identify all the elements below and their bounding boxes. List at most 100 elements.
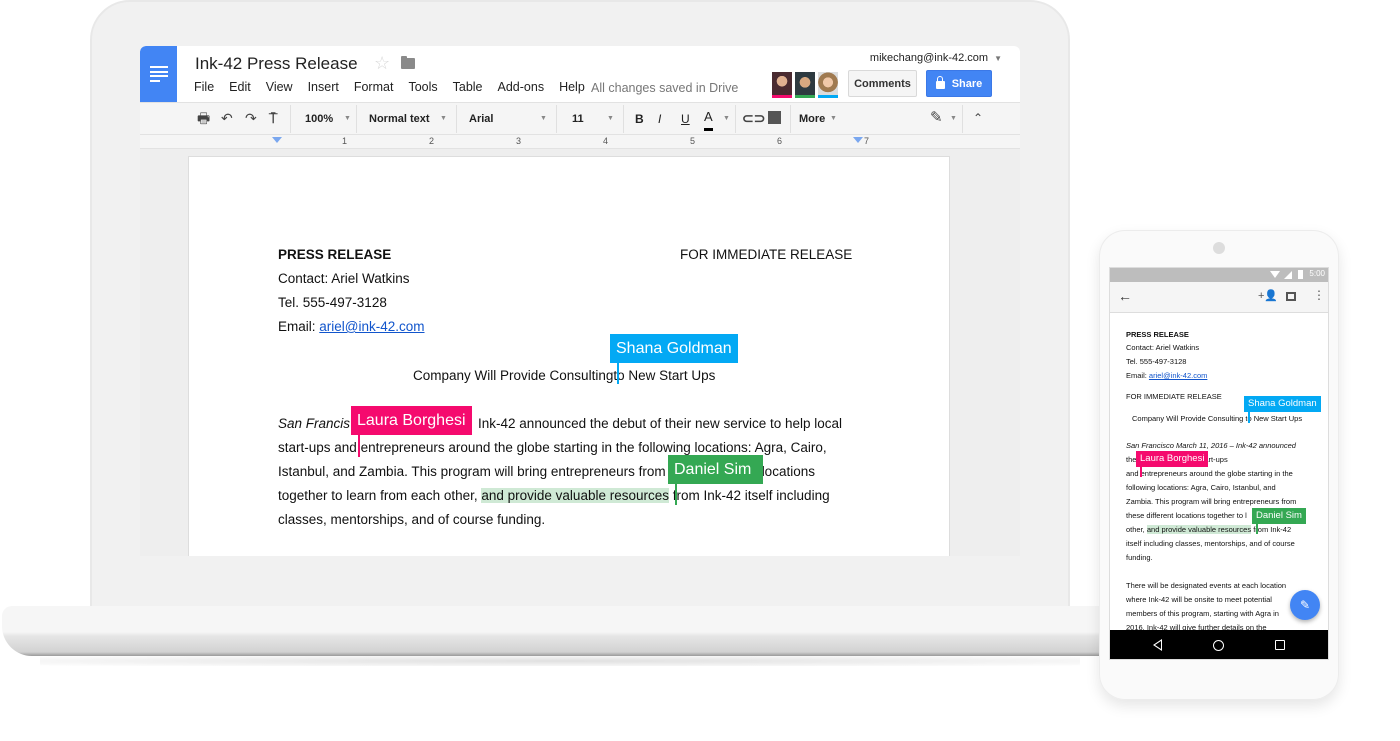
document-page[interactable]: PRESS RELEASE FOR IMMEDIATE RELEASE Cont…	[188, 156, 950, 556]
ruler-label: 5	[690, 136, 696, 146]
m-contact: Contact: Ariel Watkins	[1126, 343, 1200, 352]
email-line: Email: ariel@ink-42.com	[278, 319, 425, 334]
subtitle-part: Company Will Provide Consulting	[413, 368, 614, 383]
italic-button[interactable]: I	[658, 103, 661, 134]
status-time: 5:00	[1309, 269, 1325, 278]
add-person-icon[interactable]: +👤	[1258, 289, 1278, 302]
ruler-label: 4	[603, 136, 609, 146]
share-button[interactable]: Share	[926, 70, 992, 97]
back-arrow-icon[interactable]: ←	[1118, 288, 1132, 304]
chevron-down-icon: ▼	[607, 115, 614, 122]
chevron-down-icon: ▼	[344, 115, 351, 122]
share-label: Share	[951, 77, 983, 90]
avatar[interactable]	[818, 72, 838, 98]
collaborator-flag-laura: Laura Borghesi	[351, 406, 472, 435]
phone-screen: 5:00 ← +👤 ⋮ PRESS RELEASE Contact: Ariel…	[1109, 267, 1329, 660]
menu-bar: File Edit View Insert Format Tools Table…	[194, 80, 600, 94]
release-note: FOR IMMEDIATE RELEASE	[680, 247, 853, 262]
save-status: All changes saved in Drive	[591, 81, 739, 95]
m-body-text: from Ink-42	[1253, 525, 1292, 534]
menu-format[interactable]: Format	[354, 80, 394, 94]
m-body: funding.	[1126, 553, 1153, 562]
right-indent-marker-icon[interactable]	[853, 137, 863, 143]
ruler-label: 3	[516, 136, 522, 146]
undo-icon[interactable]: ↶	[221, 110, 233, 126]
pencil-icon: ✎	[1299, 598, 1311, 612]
menu-table[interactable]: Table	[453, 80, 483, 94]
docs-header: Ink-42 Press Release ☆ File Edit View In…	[140, 46, 1020, 102]
menu-tools[interactable]: Tools	[408, 80, 437, 94]
comments-button[interactable]: Comments	[848, 70, 917, 97]
redo-icon[interactable]: ↷	[245, 110, 257, 126]
font-size-value: 11	[572, 112, 584, 125]
avatar[interactable]	[772, 72, 792, 98]
pencil-icon[interactable]: ✎	[930, 110, 943, 126]
document-title[interactable]: Ink-42 Press Release	[195, 54, 358, 74]
m-body: members of this program, starting with A…	[1126, 609, 1279, 618]
ruler-label: 7	[864, 136, 870, 146]
laptop-base	[2, 606, 1112, 656]
nav-recents-icon[interactable]	[1275, 640, 1285, 650]
toolbar: 🖶 ↶ ↷ ⍑ 100% ▼ Normal text ▼ Arial ▼ 11 …	[140, 102, 1020, 135]
ruler: 1 2 3 4 5 6 7	[140, 135, 1020, 149]
more-vert-icon[interactable]: ⋮	[1313, 288, 1325, 302]
star-icon[interactable]: ☆	[374, 53, 390, 74]
contact-line: Contact: Ariel Watkins	[278, 271, 410, 286]
laptop-shadow	[40, 656, 1080, 666]
more-button[interactable]: More	[799, 103, 825, 134]
subtitle-part: to New Start Ups	[613, 368, 716, 383]
edit-fab-button[interactable]: ✎	[1290, 590, 1320, 620]
email-link[interactable]: ariel@ink-42.com	[319, 319, 424, 334]
chevron-down-icon: ▼	[950, 115, 957, 122]
nav-back-icon[interactable]	[1153, 639, 1162, 651]
wifi-icon	[1270, 271, 1280, 278]
zoom-select[interactable]: 100%	[305, 103, 333, 134]
paint-format-icon[interactable]: ⍑	[269, 110, 277, 126]
body-line: start-ups and entrepreneurs around the g…	[278, 440, 827, 455]
collaborator-flag-daniel: Daniel Sim	[668, 455, 764, 484]
font-size-select[interactable]: 11	[572, 103, 584, 134]
m-body: other, and provide valuable resources fr…	[1126, 525, 1291, 534]
folder-icon[interactable]	[401, 56, 415, 69]
comment-icon[interactable]	[768, 111, 781, 124]
app-bar: ← +👤 ⋮	[1110, 282, 1328, 313]
indent-marker-icon[interactable]	[272, 137, 282, 143]
body-text: start-ups and	[278, 440, 357, 455]
account-switcher[interactable]: mikechang@ink-42.com ▼	[870, 52, 1002, 64]
m-email-link[interactable]: ariel@ink-42.com	[1149, 371, 1207, 380]
underline-button[interactable]: U	[681, 103, 690, 134]
speaker-icon	[1213, 242, 1225, 254]
menu-help[interactable]: Help	[559, 80, 585, 94]
font-select[interactable]: Arial	[469, 103, 493, 134]
m-body: and entrepreneurs around the globe start…	[1126, 469, 1293, 478]
print-icon[interactable]: 🖶	[197, 110, 210, 126]
style-select[interactable]: Normal text	[369, 103, 430, 134]
bold-button[interactable]: B	[635, 103, 644, 134]
collapse-icon[interactable]: ⌃	[973, 110, 983, 126]
body-text: together to learn from each other,	[278, 488, 482, 503]
menu-edit[interactable]: Edit	[229, 80, 251, 94]
body-line: classes, mentorships, and of course fund…	[278, 512, 545, 527]
m-body: itself including classes, mentorships, a…	[1126, 539, 1295, 548]
body-text: locations	[761, 464, 815, 479]
ruler-label: 2	[429, 136, 435, 146]
m-body-text: other,	[1126, 525, 1147, 534]
comment-icon[interactable]	[1286, 292, 1296, 301]
shana-cursor	[617, 362, 619, 384]
chevron-down-icon: ▼	[994, 54, 1002, 63]
collaborator-flag-shana: Shana Goldman	[610, 334, 738, 363]
docs-logo-icon[interactable]	[140, 46, 177, 102]
menu-addons[interactable]: Add-ons	[498, 80, 545, 94]
m-highlighted-text[interactable]: and provide valuable resources	[1146, 525, 1252, 534]
nav-home-icon[interactable]	[1213, 640, 1224, 651]
menu-file[interactable]: File	[194, 80, 214, 94]
chevron-down-icon: ▼	[723, 115, 730, 122]
highlighted-text[interactable]: and provide valuable resources	[481, 488, 669, 503]
avatar[interactable]	[795, 72, 815, 98]
menu-view[interactable]: View	[266, 80, 293, 94]
menu-insert[interactable]: Insert	[308, 80, 339, 94]
link-icon[interactable]: ⊂⊃	[742, 110, 765, 126]
body-text: Istanbul, and Zambia. This program will …	[278, 464, 666, 479]
text-color-button[interactable]: A	[704, 105, 713, 131]
daniel-cursor	[675, 483, 677, 505]
